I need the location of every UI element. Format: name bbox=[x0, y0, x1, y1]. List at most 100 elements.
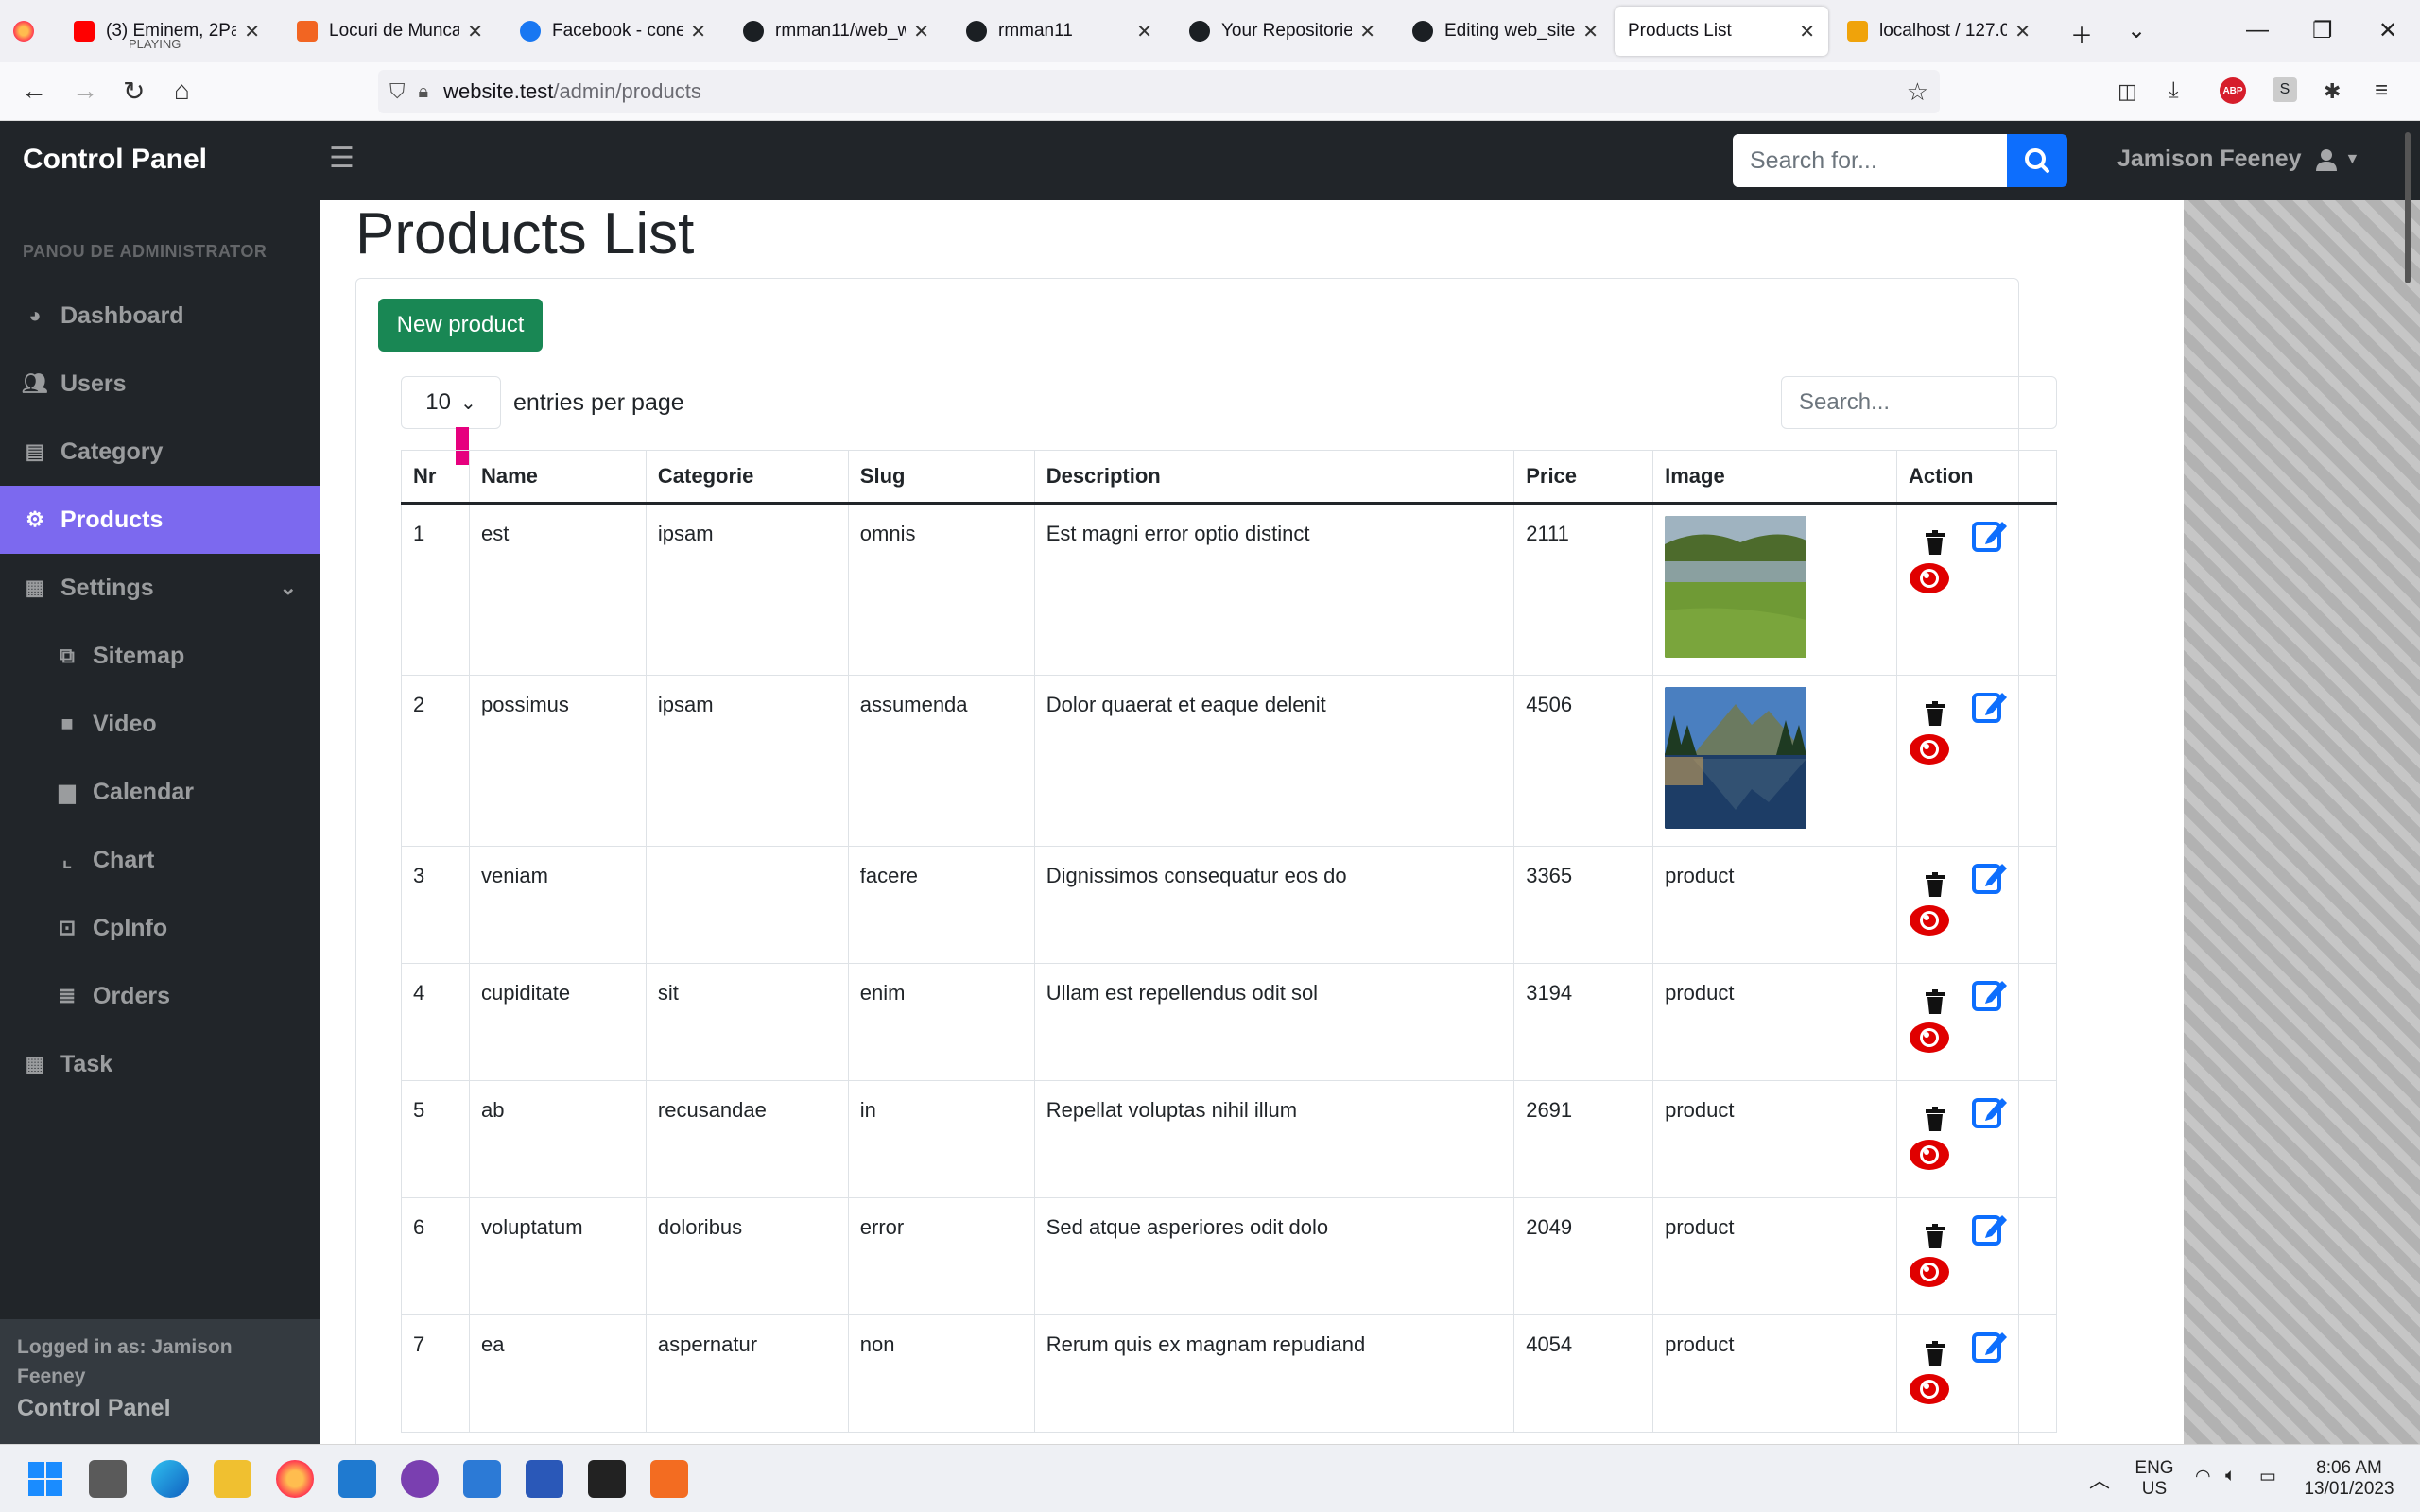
window-close-icon[interactable]: ✕ bbox=[2378, 17, 2397, 44]
new-tab-icon[interactable]: ＋ bbox=[2070, 17, 2093, 50]
tab-github-web[interactable]: rmman11/web_wi ✕ bbox=[730, 7, 942, 56]
volume-icon[interactable]: 🔈︎ bbox=[2225, 1466, 2236, 1486]
tab-facebook[interactable]: Facebook - conect ✕ bbox=[507, 7, 719, 56]
col-nr[interactable]: Nr bbox=[401, 450, 470, 505]
tab-list-chevron-icon[interactable]: ⌄ bbox=[2127, 17, 2146, 44]
edit-icon[interactable] bbox=[1971, 858, 2009, 896]
trash-icon[interactable] bbox=[1924, 988, 1946, 1015]
sidebar-item-task[interactable]: ▦ Task bbox=[0, 1030, 320, 1098]
close-icon[interactable]: ✕ bbox=[244, 20, 260, 43]
close-icon[interactable]: ✕ bbox=[913, 20, 929, 43]
reload-icon[interactable]: ↻ bbox=[123, 76, 145, 107]
vscode-icon[interactable] bbox=[338, 1460, 376, 1498]
brand-title[interactable]: Control Panel bbox=[23, 144, 207, 176]
edit-icon[interactable] bbox=[1971, 1327, 2009, 1365]
sidebar-toggle-icon[interactable]: ☰ bbox=[329, 142, 354, 175]
home-icon[interactable]: ⌂ bbox=[174, 76, 190, 106]
tab-repositories[interactable]: Your Repositories ✕ bbox=[1176, 7, 1389, 56]
tab-phpmyadmin[interactable]: localhost / 127.0.0 ✕ bbox=[1834, 7, 2044, 56]
tab-github-user[interactable]: rmman11 ✕ bbox=[953, 7, 1166, 56]
trash-icon[interactable] bbox=[1924, 1340, 1946, 1366]
sidebar-item-chart[interactable]: ⌞ Chart bbox=[0, 826, 320, 894]
bookmark-star-icon[interactable]: ☆ bbox=[1907, 77, 1928, 107]
sidebar-item-orders[interactable]: ≣ Orders bbox=[0, 962, 320, 1030]
xampp-icon[interactable] bbox=[650, 1460, 688, 1498]
tab-youtube[interactable]: (3) Eminem, 2Pac & PLAYING ✕ bbox=[60, 7, 273, 56]
new-product-button[interactable]: New product bbox=[378, 299, 543, 352]
col-price[interactable]: Price bbox=[1513, 450, 1654, 505]
col-name[interactable]: Name bbox=[468, 450, 647, 505]
notepad-icon[interactable] bbox=[463, 1460, 501, 1498]
sidebar-item-dashboard[interactable]: ◕ Dashboard bbox=[0, 282, 320, 350]
user-dropdown[interactable]: Jamison Feeney ▼ bbox=[2118, 146, 2360, 173]
downloads-icon[interactable]: ⤓ bbox=[2169, 77, 2179, 104]
header-search-input[interactable]: Search for... bbox=[1733, 134, 2007, 187]
close-icon[interactable]: ✕ bbox=[2014, 20, 2031, 43]
sidebar-item-sitemap[interactable]: ⧉ Sitemap bbox=[0, 622, 320, 690]
edit-icon[interactable] bbox=[1971, 687, 2009, 725]
page-scrollbar[interactable] bbox=[2405, 132, 2411, 284]
tab-editing[interactable]: Editing web_site/d ✕ bbox=[1399, 7, 1612, 56]
extensions-puzzle-icon[interactable]: ✱ bbox=[2324, 79, 2341, 104]
col-categorie[interactable]: Categorie bbox=[645, 450, 849, 505]
sidebar-item-cpinfo[interactable]: ⊡ CpInfo bbox=[0, 894, 320, 962]
view-eye-icon[interactable] bbox=[1909, 1255, 1950, 1289]
col-image[interactable]: Image bbox=[1652, 450, 1897, 505]
wifi-icon[interactable]: ◠ bbox=[2195, 1466, 2211, 1487]
view-eye-icon[interactable] bbox=[1909, 1372, 1950, 1406]
close-icon[interactable]: ✕ bbox=[1582, 20, 1599, 43]
close-icon[interactable]: ✕ bbox=[1799, 20, 1815, 43]
close-icon[interactable]: ✕ bbox=[467, 20, 483, 43]
trash-icon[interactable] bbox=[1924, 700, 1946, 727]
edit-icon[interactable] bbox=[1971, 1092, 2009, 1130]
app-purple-icon[interactable] bbox=[401, 1460, 439, 1498]
trash-icon[interactable] bbox=[1924, 529, 1946, 556]
close-icon[interactable]: ✕ bbox=[690, 20, 706, 43]
forward-icon[interactable]: → bbox=[72, 76, 98, 106]
close-icon[interactable]: ✕ bbox=[1359, 20, 1375, 43]
tab-locuri[interactable]: Locuri de Munca ✕ bbox=[284, 7, 496, 56]
trash-icon[interactable] bbox=[1924, 1106, 1946, 1132]
windows-start-icon[interactable] bbox=[26, 1460, 64, 1498]
minimize-icon[interactable]: — bbox=[2246, 17, 2269, 43]
extension-s-icon[interactable]: S bbox=[2273, 77, 2297, 102]
adblock-icon[interactable]: ABP bbox=[2220, 77, 2246, 104]
battery-icon[interactable]: ▭ bbox=[2259, 1466, 2276, 1487]
trash-icon[interactable] bbox=[1924, 871, 1946, 898]
close-icon[interactable]: ✕ bbox=[1136, 20, 1152, 43]
tray-chevron-up-icon[interactable]: ︿ bbox=[2089, 1464, 2110, 1494]
clock[interactable]: 8:06 AM 13/01/2023 bbox=[2297, 1458, 2401, 1500]
firefox-menu-icon[interactable] bbox=[0, 7, 57, 56]
entries-per-page-select[interactable]: 10 ⌄ bbox=[401, 376, 501, 429]
sidebar-item-category[interactable]: ▤ Category bbox=[0, 418, 320, 486]
col-slug[interactable]: Slug bbox=[847, 450, 1035, 505]
pocket-icon[interactable]: ◫ bbox=[2118, 79, 2137, 104]
view-eye-icon[interactable] bbox=[1909, 1138, 1950, 1172]
view-eye-icon[interactable] bbox=[1909, 732, 1950, 766]
col-description[interactable]: Description bbox=[1033, 450, 1515, 505]
sidebar-item-calendar[interactable]: ▆ Calendar bbox=[0, 758, 320, 826]
view-eye-icon[interactable] bbox=[1909, 903, 1950, 937]
trash-icon[interactable] bbox=[1924, 1223, 1946, 1249]
view-eye-icon[interactable] bbox=[1909, 1021, 1950, 1055]
terminal-icon[interactable] bbox=[588, 1460, 626, 1498]
view-eye-icon[interactable] bbox=[1909, 561, 1950, 595]
restore-icon[interactable]: ❐ bbox=[2312, 17, 2333, 44]
sidebar-item-users[interactable]: 👥︎ Users bbox=[0, 350, 320, 418]
tab-products-list[interactable]: Products List ✕ bbox=[1615, 7, 1828, 56]
language-indicator[interactable]: ENG US bbox=[2131, 1458, 2178, 1500]
save-app-icon[interactable] bbox=[526, 1460, 563, 1498]
sidebar-item-video[interactable]: ■ Video bbox=[0, 690, 320, 758]
file-explorer-icon[interactable] bbox=[214, 1460, 251, 1498]
sidebar-item-settings[interactable]: ▦ Settings ⌄ bbox=[0, 554, 320, 622]
firefox-icon[interactable] bbox=[276, 1460, 314, 1498]
edge-icon[interactable] bbox=[151, 1460, 189, 1498]
back-icon[interactable]: ← bbox=[21, 76, 47, 106]
url-bar[interactable]: ⛉ 🔒︎ website.test/admin/products ☆ bbox=[378, 70, 1940, 113]
menu-icon[interactable]: ≡ bbox=[2375, 77, 2388, 104]
header-search-button[interactable] bbox=[2007, 134, 2067, 187]
edit-icon[interactable] bbox=[1971, 516, 2009, 554]
edit-icon[interactable] bbox=[1971, 975, 2009, 1013]
edit-icon[interactable] bbox=[1971, 1210, 2009, 1247]
sidebar-item-products[interactable]: ⚙ Products bbox=[0, 486, 320, 554]
